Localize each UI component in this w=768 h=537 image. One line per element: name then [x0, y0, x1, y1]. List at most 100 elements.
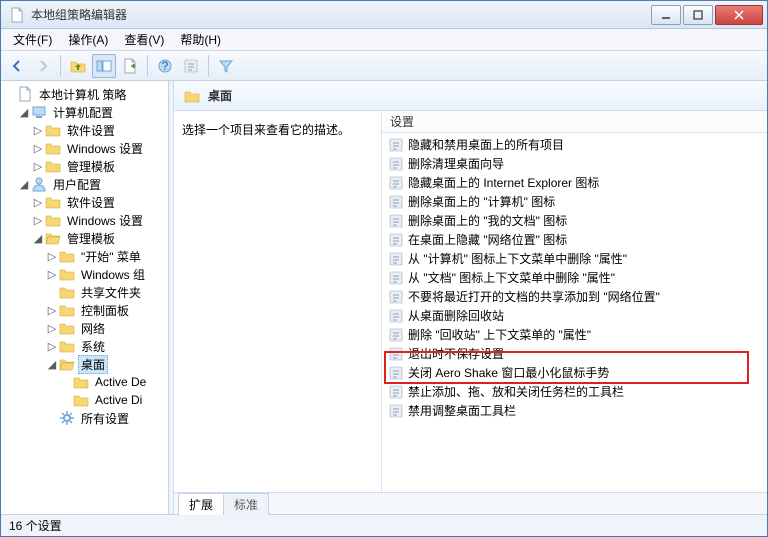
tree-label: "开始" 菜单 [78, 248, 144, 265]
policy-item[interactable]: 删除桌面上的 "我的文档" 图标 [382, 211, 767, 230]
expand-icon[interactable]: ▷ [45, 322, 59, 335]
menu-action[interactable]: 操作(A) [60, 29, 116, 50]
minimize-button[interactable] [651, 5, 681, 25]
policy-icon [388, 327, 404, 343]
tree-item[interactable]: Active Di [59, 391, 166, 409]
policy-item[interactable]: 隐藏和禁用桌面上的所有项目 [382, 135, 767, 154]
expand-icon[interactable]: ▷ [45, 340, 59, 353]
tree-item[interactable]: ▷ "开始" 菜单 [45, 247, 166, 265]
tree-user-config[interactable]: ◢ 用户配置 [17, 175, 166, 193]
policy-icon [388, 251, 404, 267]
collapse-icon[interactable]: ◢ [17, 106, 31, 119]
export-button[interactable] [118, 54, 142, 78]
tree-computer-config[interactable]: ◢ 计算机配置 [17, 103, 166, 121]
policy-icon [388, 232, 404, 248]
expand-icon[interactable]: ▷ [31, 196, 45, 209]
policy-item[interactable]: 删除清理桌面向导 [382, 154, 767, 173]
policy-icon [388, 403, 404, 419]
policy-label: 在桌面上隐藏 "网络位置" 图标 [408, 231, 567, 248]
policy-icon [388, 194, 404, 210]
properties-button[interactable] [179, 54, 203, 78]
policy-item[interactable]: 关闭 Aero Shake 窗口最小化鼠标手势 [382, 363, 767, 382]
back-button[interactable] [5, 54, 29, 78]
tree-desktop[interactable]: ◢ 桌面 [45, 355, 166, 373]
tree-item[interactable]: ▷Windows 设置 [31, 211, 166, 229]
policy-item[interactable]: 隐藏桌面上的 Internet Explorer 图标 [382, 173, 767, 192]
tree-item[interactable]: ▷ 控制面板 [45, 301, 166, 319]
tree-label: 桌面 [78, 355, 108, 374]
column-header[interactable]: 设置 [382, 111, 767, 133]
policy-item[interactable]: 从 "计算机" 图标上下文菜单中删除 "属性" [382, 249, 767, 268]
policy-item[interactable]: 退出时不保存设置 [382, 344, 767, 363]
policy-label: 删除桌面上的 "我的文档" 图标 [408, 212, 567, 229]
folder-icon [59, 248, 75, 264]
folder-icon [45, 140, 61, 156]
titlebar[interactable]: 本地组策略编辑器 [1, 1, 767, 29]
filter-button[interactable] [214, 54, 238, 78]
expand-icon[interactable]: ▷ [45, 250, 59, 263]
expand-icon[interactable]: ▷ [31, 142, 45, 155]
bottom-tabs: 扩展 标准 [174, 492, 767, 514]
tree-item[interactable]: Active De [59, 373, 166, 391]
expand-icon[interactable]: ▷ [45, 304, 59, 317]
tree-root[interactable]: 本地计算机 策略 [3, 85, 166, 103]
tab-standard[interactable]: 标准 [223, 493, 269, 515]
policy-label: 隐藏和禁用桌面上的所有项目 [408, 136, 564, 153]
policy-label: 不要将最近打开的文档的共享添加到 "网络位置" [408, 288, 660, 305]
expand-icon[interactable]: ▷ [31, 124, 45, 137]
collapse-icon[interactable]: ◢ [31, 232, 45, 245]
folder-open-icon [45, 230, 61, 246]
policy-label: 从 "计算机" 图标上下文菜单中删除 "属性" [408, 250, 627, 267]
doc-icon [17, 86, 33, 102]
user-icon [31, 176, 47, 192]
tree-item[interactable]: ▷软件设置 [31, 193, 166, 211]
collapse-icon[interactable]: ◢ [45, 358, 59, 371]
policy-label: 隐藏桌面上的 Internet Explorer 图标 [408, 174, 599, 191]
show-tree-button[interactable] [92, 54, 116, 78]
folder-icon [59, 266, 75, 282]
forward-button[interactable] [31, 54, 55, 78]
tree-item[interactable]: ▷网络 [45, 319, 166, 337]
folder-icon [73, 374, 89, 390]
maximize-button[interactable] [683, 5, 713, 25]
menu-view[interactable]: 查看(V) [116, 29, 172, 50]
app-icon [9, 7, 25, 23]
expand-icon[interactable]: ▷ [45, 268, 59, 281]
tree-all-settings[interactable]: 所有设置 [45, 409, 166, 427]
menu-file[interactable]: 文件(F) [5, 29, 60, 50]
menu-help[interactable]: 帮助(H) [172, 29, 229, 50]
folder-icon [45, 158, 61, 174]
tree-item[interactable]: ▷系统 [45, 337, 166, 355]
policy-item[interactable]: 禁用调整桌面工具栏 [382, 401, 767, 420]
tree-item[interactable]: ▷管理模板 [31, 157, 166, 175]
policy-icon [388, 175, 404, 191]
policy-item[interactable]: 从 "文档" 图标上下文菜单中删除 "属性" [382, 268, 767, 287]
policy-item[interactable]: 删除 "回收站" 上下文菜单的 "属性" [382, 325, 767, 344]
folder-icon [184, 88, 200, 104]
tab-extend[interactable]: 扩展 [178, 493, 224, 515]
policy-item[interactable]: 不要将最近打开的文档的共享添加到 "网络位置" [382, 287, 767, 306]
tree-item[interactable]: ▷ Windows 组 [45, 265, 166, 283]
policy-item[interactable]: 从桌面删除回收站 [382, 306, 767, 325]
tree-item[interactable]: ▷Windows 设置 [31, 139, 166, 157]
toolbar-sep [208, 55, 209, 77]
policy-icon [388, 365, 404, 381]
policy-item[interactable]: 删除桌面上的 "计算机" 图标 [382, 192, 767, 211]
tree-label: 控制面板 [78, 302, 132, 319]
tree-item[interactable]: ▷软件设置 [31, 121, 166, 139]
policy-item[interactable]: 在桌面上隐藏 "网络位置" 图标 [382, 230, 767, 249]
help-button[interactable]: ? [153, 54, 177, 78]
policy-item[interactable]: 禁止添加、拖、放和关闭任务栏的工具栏 [382, 382, 767, 401]
policy-icon [388, 308, 404, 324]
up-button[interactable] [66, 54, 90, 78]
expand-icon[interactable]: ▷ [31, 160, 45, 173]
tree-label: Windows 组 [78, 266, 148, 283]
list-scroll[interactable]: 隐藏和禁用桌面上的所有项目删除清理桌面向导隐藏桌面上的 Internet Exp… [382, 133, 767, 492]
nav-tree[interactable]: 本地计算机 策略 ◢ 计算机配置 ▷软件设置 ▷Windows 设置 ▷管理模板… [1, 81, 169, 514]
collapse-icon[interactable]: ◢ [17, 178, 31, 191]
tree-item[interactable]: 共享文件夹 [45, 283, 166, 301]
main-pane: 桌面 选择一个项目来查看它的描述。 设置 隐藏和禁用桌面上的所有项目删除清理桌面… [174, 81, 767, 514]
expand-icon[interactable]: ▷ [31, 214, 45, 227]
tree-admin-templates[interactable]: ◢管理模板 [31, 229, 166, 247]
close-button[interactable] [715, 5, 763, 25]
